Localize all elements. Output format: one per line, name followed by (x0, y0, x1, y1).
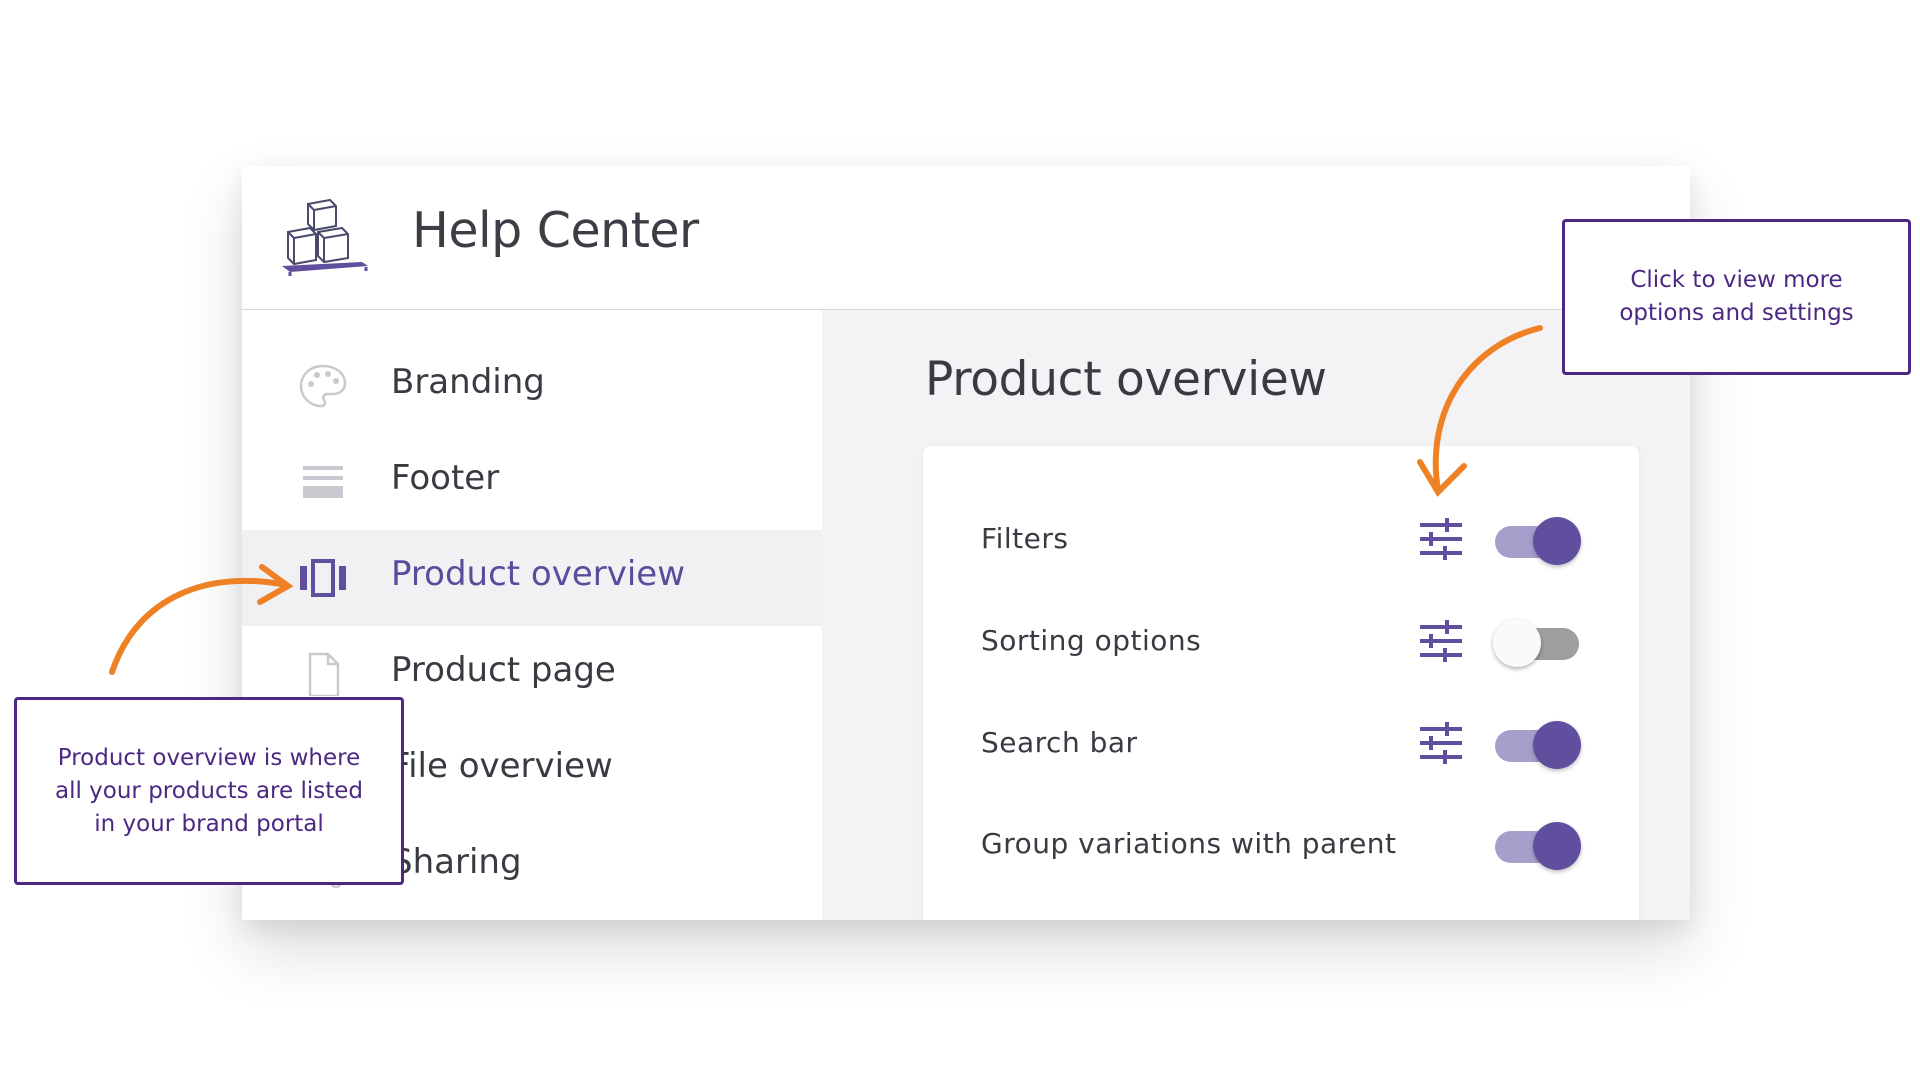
sliders-icon[interactable] (1417, 515, 1465, 563)
page-title: Product overview (925, 352, 1327, 407)
sidebar-item-label: Sharing (391, 842, 522, 882)
toggle-knob (1533, 721, 1581, 769)
search-bar-toggle[interactable] (1493, 720, 1583, 770)
toggle-knob (1493, 619, 1541, 667)
toggle-knob (1533, 517, 1581, 565)
sorting-options-toggle[interactable] (1493, 618, 1583, 668)
sidebar-item-branding[interactable]: Branding (242, 338, 822, 434)
toggle-knob (1533, 822, 1581, 870)
sliders-icon[interactable] (1417, 719, 1465, 767)
sliders-icon[interactable] (1417, 617, 1465, 665)
filters-toggle[interactable] (1493, 516, 1583, 566)
setting-row-sorting-options: Sorting options (923, 602, 1639, 682)
sidebar-item-label: Footer (391, 458, 500, 498)
settings-card: Filters Sorting options Search bar Group… (923, 446, 1639, 920)
app-header: Help Center (242, 166, 1690, 310)
file-icon (308, 652, 340, 696)
footer-icon (303, 466, 343, 498)
boxes-logo-icon (282, 198, 368, 276)
options-callout: Click to view more options and settings (1562, 219, 1911, 375)
group-variations-toggle[interactable] (1493, 821, 1583, 871)
setting-row-group-variations: Group variations with parent (923, 805, 1639, 885)
carousel-icon (300, 559, 346, 597)
help-center-window: Help Center Branding Footer Product over… (242, 166, 1690, 920)
sidebar-item-label: File overview (391, 746, 613, 786)
main-panel: Product overview Filters Sorting options (822, 310, 1690, 920)
overview-callout: Product overview is where all your produ… (14, 697, 404, 885)
setting-label: Search bar (981, 726, 1138, 759)
sidebar-item-label: Product page (391, 650, 616, 690)
sidebar-item-footer[interactable]: Footer (242, 434, 822, 530)
setting-label: Group variations with parent (981, 827, 1397, 860)
setting-label: Filters (981, 522, 1069, 555)
sidebar-item-product-overview[interactable]: Product overview (242, 530, 822, 626)
sidebar-item-label: Product overview (391, 554, 686, 594)
sidebar-item-label: Branding (391, 362, 545, 402)
setting-row-filters: Filters (923, 500, 1639, 580)
app-title: Help Center (412, 202, 699, 259)
setting-label: Sorting options (981, 624, 1202, 657)
palette-icon (299, 364, 347, 408)
setting-row-search-bar: Search bar (923, 704, 1639, 784)
